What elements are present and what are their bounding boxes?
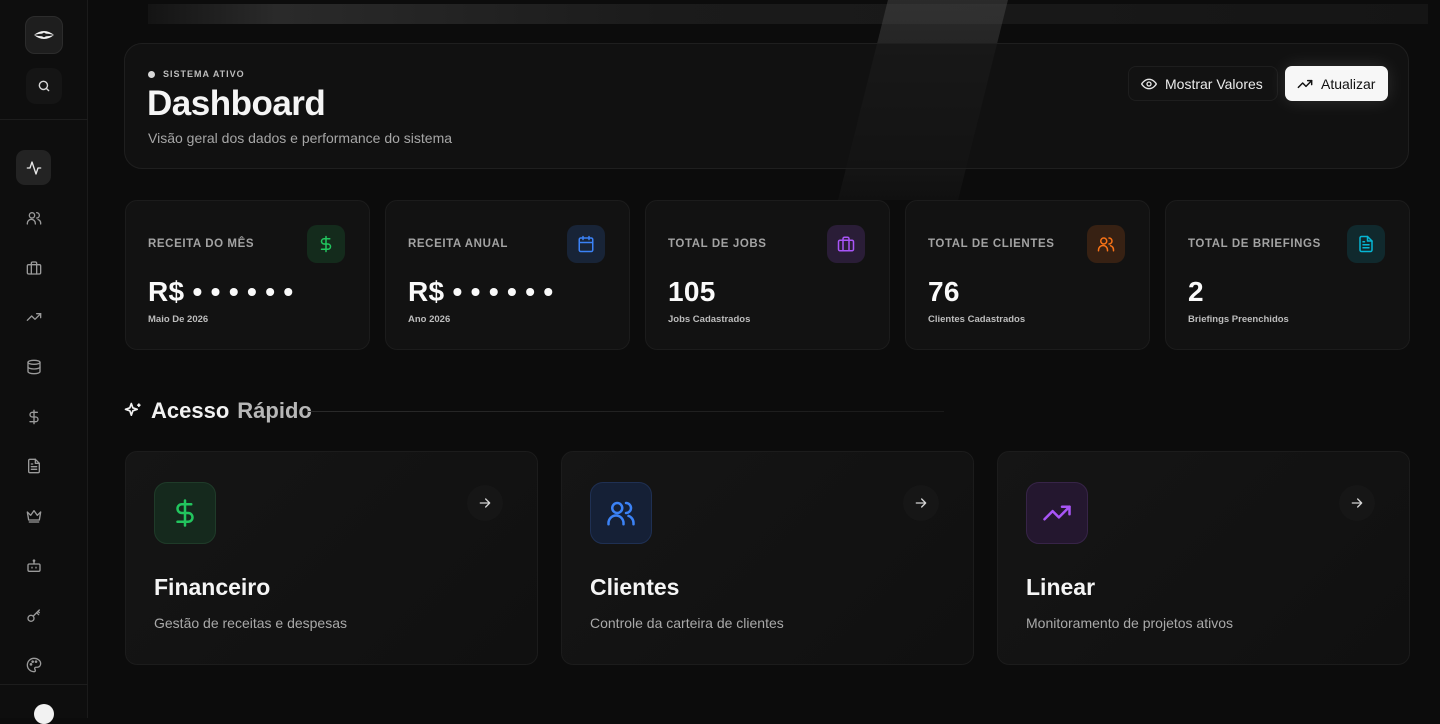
trending-up-icon (1297, 79, 1313, 88)
page-subtitle: Visão geral dos dados e performance do s… (148, 130, 453, 146)
calendar-icon (578, 235, 594, 253)
system-status: SISTEMA ATIVO (148, 69, 245, 79)
logo-icon (34, 31, 54, 39)
trending-up-icon (26, 312, 41, 321)
dollar-icon (176, 499, 194, 527)
search-button[interactable] (26, 68, 62, 104)
bot-icon (26, 558, 41, 572)
stat-label: RECEITA DO MÊS (148, 238, 255, 250)
status-dot-icon (148, 70, 155, 78)
database-icon (26, 359, 41, 374)
stat-value: 2 (1188, 276, 1204, 307)
stat-card-total-jobs: TOTAL DE JOBS 105 Jobs Cadastrados (645, 200, 890, 350)
app-logo[interactable] (25, 16, 63, 54)
page-title: Dashboard (147, 84, 326, 123)
stat-value: R$ • • • • • • (148, 276, 294, 307)
quick-card-title: Clientes (590, 574, 680, 600)
sidebar-item-finance[interactable] (16, 399, 51, 434)
file-text-icon (1359, 235, 1373, 253)
stat-card-annual-revenue: RECEITA ANUAL R$ • • • • • • Ano 2026 (385, 200, 630, 350)
sidebar-divider (0, 119, 88, 120)
file-text-icon (27, 458, 40, 473)
quick-card-description: Gestão de receitas e despesas (154, 615, 348, 631)
users-icon (607, 501, 635, 526)
briefcase-icon (837, 236, 855, 252)
briefcase-icon (26, 260, 41, 275)
quick-card-title: Linear (1026, 574, 1096, 600)
stat-card-total-clients: TOTAL DE CLIENTES 76 Clientes Cadastrado… (905, 200, 1150, 350)
arrow-right-icon[interactable] (903, 485, 939, 521)
update-button[interactable]: Atualizar (1285, 66, 1389, 101)
dollar-icon (28, 409, 39, 424)
quick-card-title: Financeiro (154, 574, 271, 600)
crown-icon (26, 509, 41, 523)
show-values-button[interactable]: Mostrar Valores (1128, 66, 1278, 101)
stat-note: Ano 2026 (408, 314, 451, 325)
sidebar-item-briefings[interactable] (16, 448, 51, 483)
quick-card-linear[interactable]: Linear Monitoramento de projetos ativos (997, 451, 1410, 665)
dollar-icon (320, 235, 332, 253)
sparkles-icon (124, 402, 141, 416)
user-avatar[interactable] (34, 704, 54, 724)
dashboard-header: SISTEMA ATIVO Dashboard Visão geral dos … (124, 43, 1409, 169)
stat-note: Maio De 2026 (148, 314, 209, 325)
section-title-quick-access: Acesso Rápido (123, 398, 312, 424)
sidebar-item-premium[interactable] (16, 498, 51, 533)
stat-note: Briefings Preenchidos (1188, 314, 1289, 325)
sidebar-item-theme[interactable] (16, 647, 51, 682)
stat-icon-box (1347, 225, 1385, 263)
users-icon (1097, 237, 1115, 252)
status-label: SISTEMA ATIVO (163, 69, 245, 79)
stat-icon-box (567, 225, 605, 263)
quick-card-description: Controle da carteira de clientes (590, 615, 784, 631)
stat-card-monthly-revenue: RECEITA DO MÊS R$ • • • • • • Maio De 20… (125, 200, 370, 350)
stat-label: TOTAL DE JOBS (668, 238, 767, 250)
arrow-right-icon[interactable] (1339, 485, 1375, 521)
sidebar-divider (0, 684, 88, 685)
sidebar-item-keys[interactable] (16, 598, 51, 633)
quick-card-financeiro[interactable]: Financeiro Gestão de receitas e despesas (125, 451, 538, 665)
quick-card-description: Monitoramento de projetos ativos (1026, 615, 1233, 631)
section-title-second: Rápido (237, 398, 312, 423)
sidebar (0, 0, 88, 724)
eye-icon (1141, 78, 1157, 89)
stat-value: 105 (668, 276, 716, 307)
section-divider (308, 411, 944, 412)
palette-icon (26, 657, 41, 672)
quick-card-icon-box (1026, 482, 1088, 544)
users-icon (26, 211, 41, 225)
sidebar-item-jobs[interactable] (16, 250, 51, 285)
stat-label: RECEITA ANUAL (408, 238, 509, 250)
key-icon (26, 608, 40, 622)
quick-card-clientes[interactable]: Clientes Controle da carteira de cliente… (561, 451, 974, 665)
section-title-first: Acesso (151, 398, 230, 423)
trending-up-icon (1043, 505, 1071, 521)
stat-value: 76 (928, 276, 960, 307)
background-decoration (148, 4, 1428, 24)
sidebar-item-dashboard[interactable] (16, 150, 51, 185)
update-label: Atualizar (1321, 75, 1376, 92)
show-values-label: Mostrar Valores (1165, 75, 1263, 92)
sidebar-item-linear[interactable] (16, 299, 51, 334)
stat-note: Clientes Cadastrados (928, 314, 1026, 325)
arrow-right-icon[interactable] (467, 485, 503, 521)
stat-icon-box (827, 225, 865, 263)
stat-icon-box (1087, 225, 1125, 263)
main-content: SISTEMA ATIVO Dashboard Visão geral dos … (88, 0, 1440, 718)
stat-label: TOTAL DE CLIENTES (928, 238, 1055, 250)
sidebar-item-bot[interactable] (16, 548, 51, 583)
quick-card-icon-box (154, 482, 216, 544)
stat-value: R$ • • • • • • (408, 276, 554, 307)
stat-icon-box (307, 225, 345, 263)
quick-card-icon-box (590, 482, 652, 544)
stat-note: Jobs Cadastrados (668, 314, 751, 325)
search-icon (38, 80, 50, 92)
sidebar-item-clients[interactable] (16, 200, 51, 235)
sidebar-item-database[interactable] (16, 349, 51, 384)
stat-label: TOTAL DE BRIEFINGS (1188, 238, 1321, 250)
activity-icon (26, 160, 41, 175)
stat-card-total-briefings: TOTAL DE BRIEFINGS 2 Briefings Preenchid… (1165, 200, 1410, 350)
